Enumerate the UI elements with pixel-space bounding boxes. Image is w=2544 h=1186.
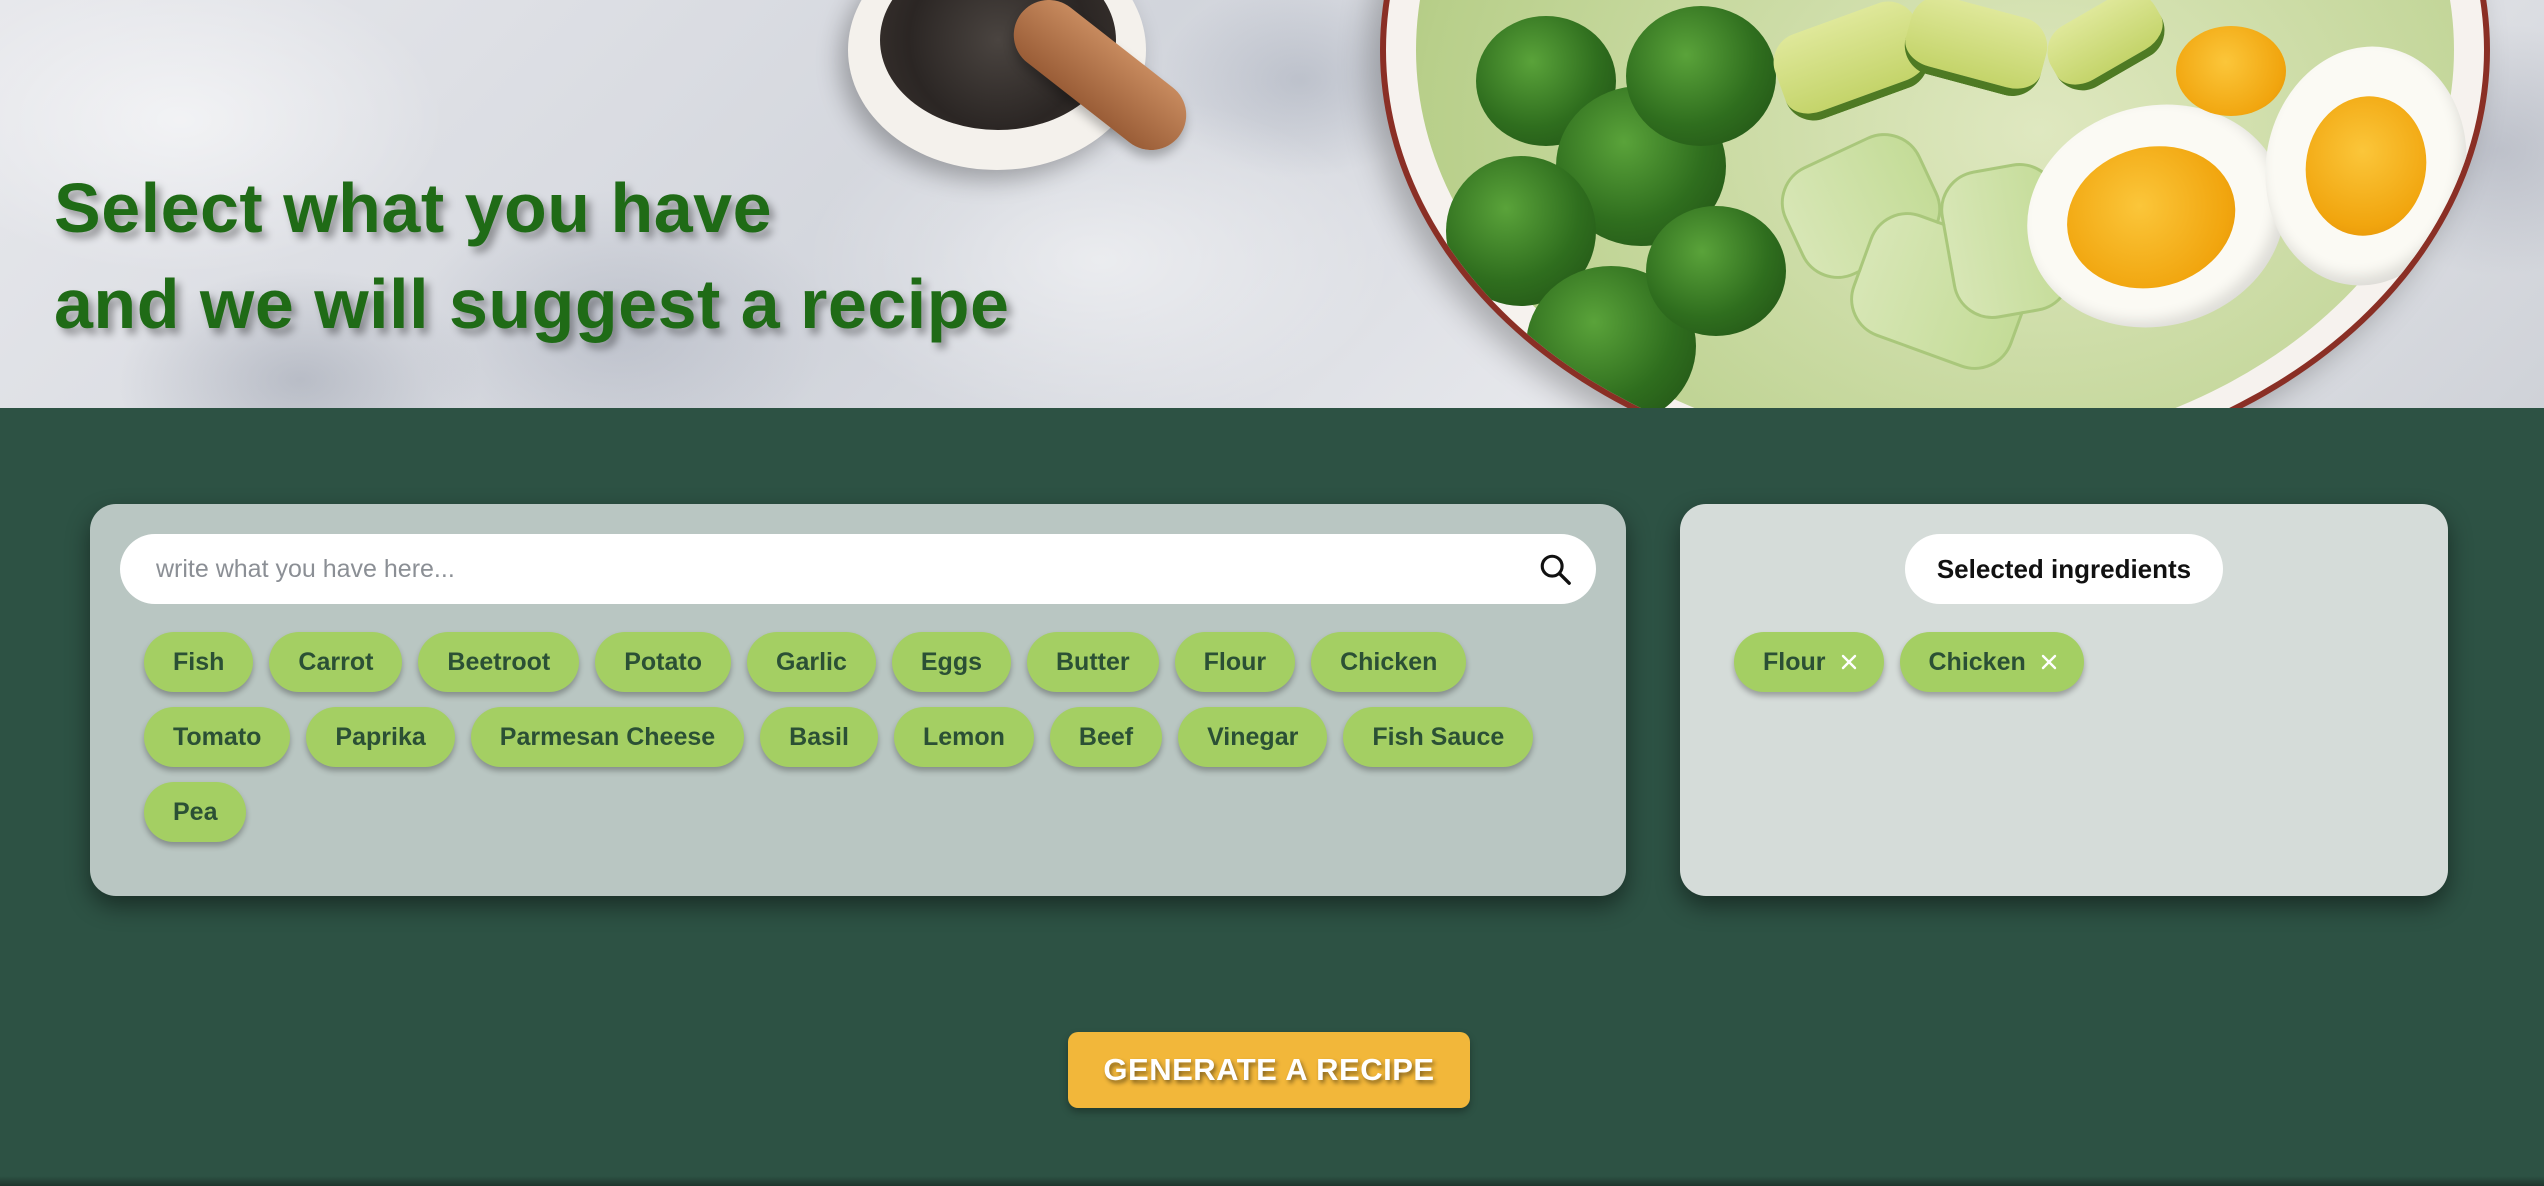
generate-recipe-button[interactable]: GENERATE A RECIPE	[1068, 1032, 1470, 1108]
ingredient-chip[interactable]: Potato	[595, 632, 731, 692]
hero-title: Select what you have and we will suggest…	[54, 160, 1009, 352]
hero-title-line2: and we will suggest a recipe	[54, 265, 1010, 343]
ingredient-chip[interactable]: Beef	[1049, 707, 1163, 767]
page-bottom-shadow	[0, 1176, 2544, 1186]
ingredient-chip[interactable]: Butter	[1027, 632, 1159, 692]
close-icon[interactable]	[1840, 653, 1858, 671]
ingredient-chip-list: Fish Carrot Beetroot Potato Garlic Eggs Butter…	[144, 632, 1584, 842]
ingredient-chip[interactable]: Fish	[144, 632, 254, 692]
selected-ingredient-list: Flour Chicken	[1734, 632, 2084, 692]
hero-banner: Select what you have and we will suggest…	[0, 0, 2544, 408]
ingredient-chip[interactable]: Basil	[760, 707, 878, 767]
ingredient-picker-panel: FishCarrotBeetrootPotato GarlicEggs Butter…	[90, 504, 1626, 896]
ingredient-chip[interactable]: Paprika	[306, 707, 455, 767]
close-icon[interactable]	[2040, 653, 2058, 671]
ingredient-chip[interactable]: Garlic	[747, 632, 876, 692]
search-bar	[120, 534, 1596, 604]
selected-ingredients-title: Selected ingredients	[1905, 534, 2223, 604]
ingredient-chip[interactable]: Fish Sauce	[1343, 707, 1534, 767]
ingredient-chip[interactable]: Carrot	[269, 632, 403, 692]
hero-title-line1: Select what you have	[54, 169, 773, 247]
ingredient-chip[interactable]: Flour	[1174, 632, 1296, 692]
ingredient-chip[interactable]: Pea	[144, 782, 247, 842]
selected-ingredient-chip[interactable]: Flour	[1734, 632, 1884, 692]
ingredient-chip[interactable]: Eggs	[891, 632, 1011, 692]
selected-ingredient-label: Flour	[1763, 647, 1826, 676]
search-input[interactable]	[156, 534, 1476, 604]
selected-ingredient-label: Chicken	[1928, 647, 2026, 676]
ingredient-chip[interactable]: Tomato	[144, 707, 291, 767]
ingredient-chip[interactable]: Parmesan Cheese	[470, 707, 745, 767]
salad-bowl-image	[1380, 0, 2490, 408]
selected-ingredient-chip[interactable]: Chicken	[1899, 632, 2084, 692]
ingredient-chip[interactable]: Chicken	[1311, 632, 1467, 692]
selected-ingredients-panel: Selected ingredients Flour Chicken	[1680, 504, 2448, 896]
search-icon[interactable]	[1538, 552, 1572, 586]
ingredient-chip[interactable]: Lemon	[893, 707, 1034, 767]
ingredient-chip[interactable]: Beetroot	[418, 632, 580, 692]
ingredient-chip[interactable]: Vinegar	[1178, 707, 1328, 767]
